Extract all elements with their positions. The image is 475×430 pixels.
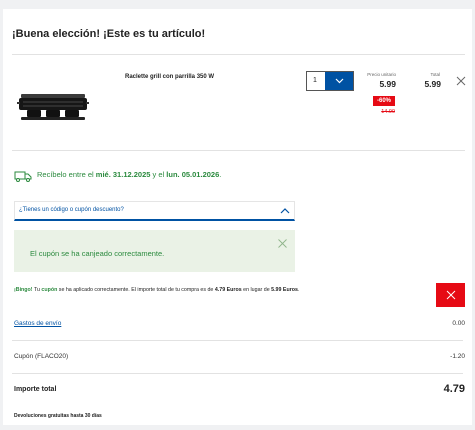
- total-label: Total: [430, 72, 440, 77]
- delivery-date-from: mié. 31.12.2025: [95, 170, 151, 179]
- discount-badge: -60%: [373, 96, 395, 106]
- shipping-costs-link[interactable]: Gastos de envío: [14, 320, 61, 327]
- title-divider: [12, 54, 465, 55]
- remove-coupon-button[interactable]: [436, 283, 465, 307]
- coupon-question: ¿Tienes un código o cupón descuento?: [19, 207, 124, 213]
- old-total-amount: 5.99 Euros: [271, 287, 298, 293]
- coupon-toggle[interactable]: ¿Tienes un código o cupón descuento?: [14, 201, 295, 221]
- chevron-up-icon: [280, 208, 290, 214]
- page-title: ¡Buena elección! ¡Este es tu artículo!: [12, 28, 206, 40]
- coupon-success-alert: El cupón se ha canjeado correctamente.: [14, 230, 295, 272]
- delivery-estimate: Recíbelo entre el mié. 31.12.2025 y el l…: [37, 170, 222, 179]
- coupon-line-value: -1.20: [450, 353, 465, 360]
- summary-divider: [12, 373, 463, 374]
- remove-item-button[interactable]: [456, 73, 466, 86]
- unit-price-label: Precio unitario: [367, 72, 396, 77]
- quantity-dropdown-button[interactable]: [325, 72, 353, 90]
- coupon-applied-note: ¡Bingo! Tu cupón se ha aplicado correcta…: [14, 287, 300, 293]
- product-name[interactable]: Raclette grill con parrilla 350 W: [125, 74, 214, 80]
- coupon-line-label: Cupón (FLACO20): [14, 353, 69, 360]
- quantity-select[interactable]: 1: [306, 71, 354, 91]
- unit-price: 5.99: [379, 79, 396, 89]
- free-returns-note: Devoluciones gratuitas hasta 30 días: [14, 413, 102, 419]
- close-icon: [456, 76, 466, 86]
- product-divider: [12, 150, 465, 151]
- delivery-date-to: lun. 05.01.2026: [166, 170, 220, 179]
- quantity-value: 1: [313, 77, 317, 84]
- product-image: [16, 92, 90, 124]
- close-icon: [446, 290, 455, 300]
- shipping-costs-value: 0.00: [452, 320, 465, 327]
- close-icon[interactable]: [278, 239, 287, 248]
- old-price: 14.99: [381, 109, 395, 115]
- coupon-success-message: El cupón se ha canjeado correctamente.: [30, 249, 165, 258]
- truck-icon: [14, 169, 32, 182]
- summary-divider: [12, 340, 463, 341]
- grand-total-label: Importe total: [14, 386, 57, 393]
- new-total-amount: 4.79 Euros: [214, 287, 242, 293]
- cart-panel: ¡Buena elección! ¡Este es tu artículo! R…: [3, 9, 472, 425]
- total-price: 5.99: [424, 79, 441, 89]
- chevron-down-icon: [335, 78, 343, 84]
- grand-total-value: 4.79: [443, 383, 465, 395]
